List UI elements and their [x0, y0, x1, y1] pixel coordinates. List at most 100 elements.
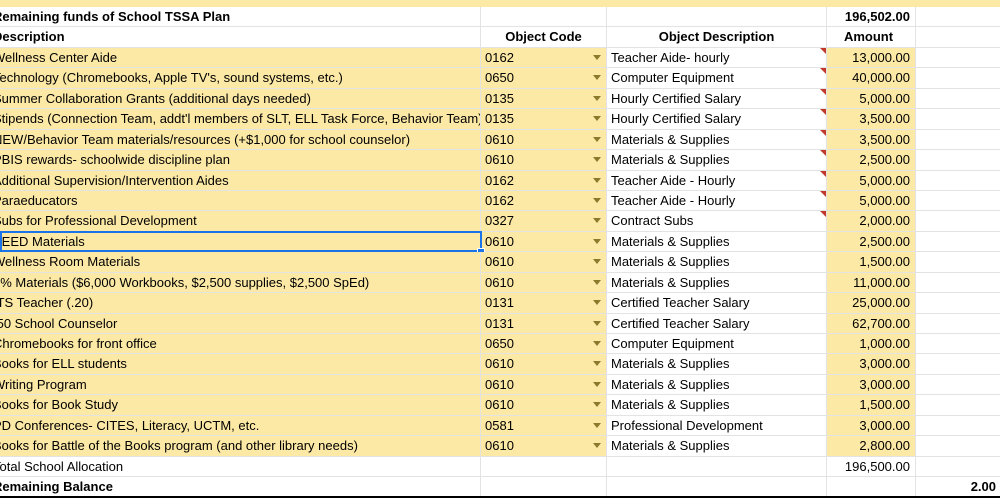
- empty-cell[interactable]: [607, 477, 827, 496]
- description-cell[interactable]: Paraeducators: [0, 190, 481, 211]
- empty-cell[interactable]: [916, 314, 1000, 333]
- object-description-cell[interactable]: Certified Teacher Salary: [607, 293, 827, 313]
- empty-cell[interactable]: [916, 436, 1000, 455]
- dropdown-arrow-icon[interactable]: [593, 279, 601, 285]
- object-code-dropdown[interactable]: 0610: [481, 231, 607, 252]
- amount-cell[interactable]: 40,000.00: [827, 68, 916, 88]
- description-cell[interactable]: ITS Teacher (.20): [0, 293, 481, 313]
- empty-cell[interactable]: [916, 89, 1000, 108]
- empty-cell[interactable]: [916, 375, 1000, 394]
- description-cell[interactable]: PD Conferences- CITES, Literacy, UCTM, e…: [0, 415, 481, 436]
- object-description-cell[interactable]: Materials & Supplies: [607, 150, 827, 170]
- object-code-dropdown[interactable]: 0162: [481, 190, 607, 211]
- comment-indicator-icon[interactable]: [820, 109, 826, 116]
- amount-cell[interactable]: 5,000.00: [827, 190, 916, 211]
- object-code-dropdown[interactable]: 0327: [481, 211, 607, 231]
- dropdown-arrow-icon[interactable]: [593, 197, 601, 203]
- object-description-cell[interactable]: Teacher Aide - Hourly: [607, 170, 827, 190]
- object-code-dropdown[interactable]: 0162: [481, 170, 607, 190]
- amount-cell[interactable]: 2,500.00: [827, 150, 916, 170]
- object-code-dropdown[interactable]: 0650: [481, 68, 607, 88]
- balance-label[interactable]: Remaining Balance: [0, 477, 481, 496]
- description-cell[interactable]: Books for Battle of the Books program (a…: [0, 436, 481, 456]
- object-code-dropdown[interactable]: 0131: [481, 313, 607, 333]
- object-description-cell[interactable]: Hourly Certified Salary: [607, 88, 827, 109]
- object-description-cell[interactable]: Materials & Supplies: [607, 272, 827, 293]
- description-cell[interactable]: Additional Supervision/Intervention Aide…: [0, 170, 481, 190]
- object-description-cell[interactable]: Materials & Supplies: [607, 231, 827, 252]
- dropdown-arrow-icon[interactable]: [593, 95, 601, 101]
- object-description-cell[interactable]: Hourly Certified Salary: [607, 109, 827, 129]
- dropdown-arrow-icon[interactable]: [593, 238, 601, 244]
- dropdown-arrow-icon[interactable]: [593, 136, 601, 142]
- object-description-cell[interactable]: Teacher Aide - Hourly: [607, 190, 827, 211]
- object-description-cell[interactable]: Materials & Supplies: [607, 129, 827, 150]
- empty-cell[interactable]: [916, 354, 1000, 373]
- amount-cell[interactable]: 5,000.00: [827, 88, 916, 109]
- dropdown-arrow-icon[interactable]: [593, 218, 601, 224]
- amount-cell[interactable]: 2,500.00: [827, 231, 916, 252]
- amount-cell[interactable]: 3,500.00: [827, 109, 916, 129]
- description-cell[interactable]: Books for Book Study: [0, 395, 481, 415]
- plan-total-cell[interactable]: 196,502.00: [827, 7, 916, 27]
- amount-header[interactable]: Amount: [827, 27, 916, 47]
- empty-cell[interactable]: [481, 7, 607, 27]
- object-description-cell[interactable]: Materials & Supplies: [607, 374, 827, 395]
- empty-cell[interactable]: [916, 68, 1000, 87]
- object-code-dropdown[interactable]: 0581: [481, 415, 607, 436]
- amount-cell[interactable]: 3,000.00: [827, 374, 916, 395]
- empty-cell[interactable]: [916, 232, 1000, 251]
- object-code-dropdown[interactable]: 0162: [481, 47, 607, 68]
- description-cell[interactable]: Chromebooks for front office: [0, 334, 481, 354]
- comment-indicator-icon[interactable]: [820, 190, 826, 197]
- description-header[interactable]: Description: [0, 27, 481, 47]
- empty-cell[interactable]: [916, 457, 1000, 476]
- dropdown-arrow-icon[interactable]: [593, 361, 601, 367]
- dropdown-arrow-icon[interactable]: [593, 54, 601, 60]
- object-code-dropdown[interactable]: 0650: [481, 334, 607, 354]
- empty-cell[interactable]: [916, 150, 1000, 169]
- plan-title-cell[interactable]: Remaining funds of School TSSA Plan: [0, 7, 481, 27]
- object-code-dropdown[interactable]: 0610: [481, 436, 607, 456]
- description-cell[interactable]: 5% Materials ($6,000 Workbooks, $2,500 s…: [0, 272, 481, 293]
- amount-cell[interactable]: 1,000.00: [827, 334, 916, 354]
- dropdown-arrow-icon[interactable]: [593, 402, 601, 408]
- empty-cell[interactable]: [916, 27, 1000, 46]
- allocation-value[interactable]: 196,500.00: [827, 456, 916, 477]
- empty-cell[interactable]: [481, 477, 607, 496]
- object-code-dropdown[interactable]: 0610: [481, 395, 607, 415]
- object-code-dropdown[interactable]: 0610: [481, 129, 607, 150]
- object-description-cell[interactable]: Materials & Supplies: [607, 354, 827, 374]
- empty-cell[interactable]: [827, 477, 916, 496]
- amount-cell[interactable]: 2,800.00: [827, 436, 916, 456]
- amount-cell[interactable]: 25,000.00: [827, 293, 916, 313]
- description-cell[interactable]: Writing Program: [0, 374, 481, 395]
- empty-cell[interactable]: [607, 456, 827, 477]
- dropdown-arrow-icon[interactable]: [593, 341, 601, 346]
- description-cell[interactable]: Technology (Chromebooks, Apple TV's, sou…: [0, 68, 481, 88]
- object-description-cell[interactable]: Computer Equipment: [607, 68, 827, 88]
- empty-cell[interactable]: [916, 252, 1000, 271]
- comment-indicator-icon[interactable]: [820, 129, 826, 136]
- object-description-cell[interactable]: Teacher Aide- hourly: [607, 47, 827, 68]
- empty-cell[interactable]: [916, 191, 1000, 210]
- dropdown-arrow-icon[interactable]: [593, 116, 601, 122]
- object-code-header[interactable]: Object Code: [481, 27, 607, 47]
- amount-cell[interactable]: 11,000.00: [827, 272, 916, 293]
- dropdown-arrow-icon[interactable]: [593, 157, 601, 163]
- object-description-cell[interactable]: Contract Subs: [607, 211, 827, 231]
- comment-indicator-icon[interactable]: [820, 47, 826, 54]
- object-code-dropdown[interactable]: 0131: [481, 293, 607, 313]
- empty-cell[interactable]: [607, 7, 827, 27]
- description-cell[interactable]: Stipends (Connection Team, addt'l member…: [0, 109, 481, 129]
- object-description-cell[interactable]: Materials & Supplies: [607, 252, 827, 272]
- object-code-dropdown[interactable]: 0610: [481, 252, 607, 272]
- comment-indicator-icon[interactable]: [820, 88, 826, 95]
- empty-cell[interactable]: [916, 171, 1000, 190]
- object-code-dropdown[interactable]: 0610: [481, 272, 607, 293]
- amount-cell[interactable]: 3,000.00: [827, 415, 916, 436]
- empty-cell[interactable]: [916, 334, 1000, 353]
- description-cell[interactable]: Subs for Professional Development: [0, 211, 481, 231]
- empty-cell[interactable]: [916, 48, 1000, 67]
- comment-indicator-icon[interactable]: [820, 68, 826, 75]
